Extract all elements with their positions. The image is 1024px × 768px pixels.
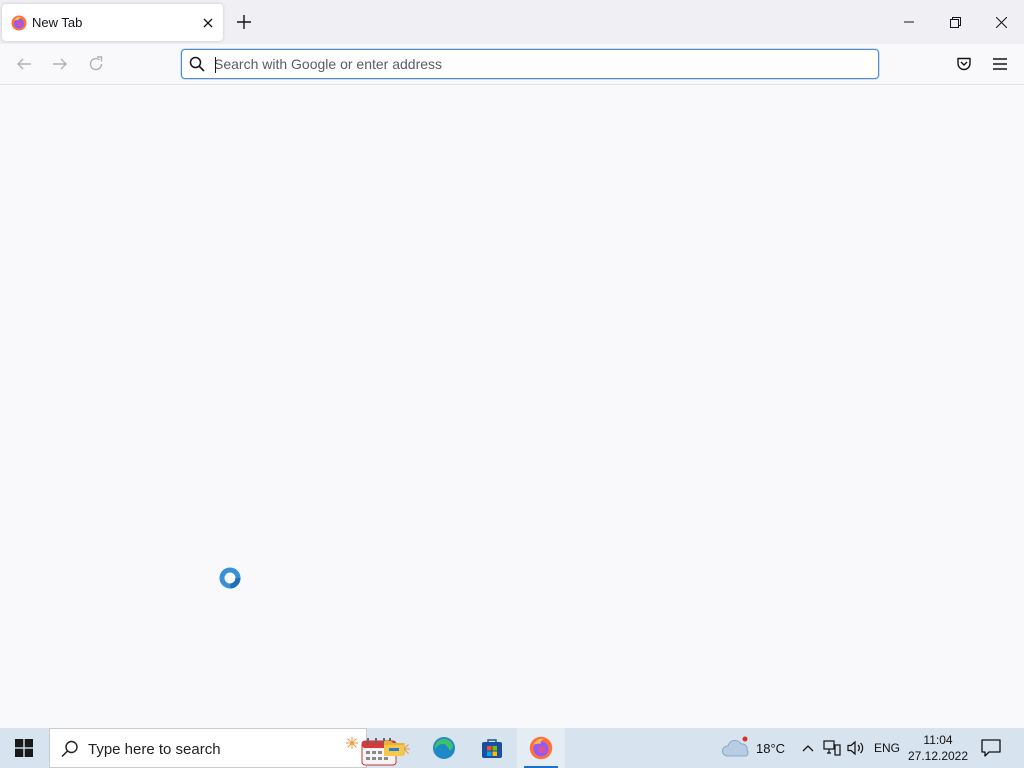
restore-icon [949, 16, 961, 28]
text-caret [215, 57, 216, 73]
taskbar-search-box[interactable]: Type here to search [49, 728, 410, 768]
pocket-icon [957, 57, 971, 71]
search-icon [61, 740, 78, 758]
language-indicator[interactable]: ENG [874, 741, 900, 755]
search-icon [189, 56, 205, 72]
arrow-left-icon [17, 58, 31, 70]
weather-temperature[interactable]: 18°C [756, 741, 785, 756]
window-close-button[interactable] [978, 0, 1024, 44]
loading-cursor-icon [219, 567, 241, 589]
close-icon [995, 16, 1007, 28]
show-hidden-icons-button[interactable] [798, 738, 818, 758]
address-input[interactable] [214, 54, 854, 74]
hamburger-menu-icon [993, 58, 1007, 70]
tab-title: New Tab [32, 15, 83, 30]
back-button[interactable] [12, 52, 36, 76]
minimize-button[interactable] [886, 0, 932, 44]
page-content [0, 85, 1024, 728]
pocket-button[interactable] [954, 54, 974, 74]
clock-time: 11:04 [923, 733, 953, 747]
cloud-icon[interactable] [721, 734, 753, 762]
firefox-logo-icon [11, 15, 27, 31]
arrow-right-icon [53, 58, 67, 70]
forward-button[interactable] [48, 52, 72, 76]
start-button[interactable] [0, 728, 48, 768]
restore-button[interactable] [932, 0, 978, 44]
reload-icon [89, 56, 103, 71]
taskbar-app-firefox[interactable] [517, 728, 565, 768]
tab-strip: New Tab [0, 0, 1024, 44]
firefox-logo-icon [529, 736, 553, 760]
notification-icon [981, 739, 1001, 757]
reload-button[interactable] [84, 52, 108, 76]
plus-icon [237, 15, 251, 29]
windows-logo-icon [15, 739, 33, 757]
navigation-toolbar [0, 44, 1024, 85]
taskbar-app-edge[interactable] [420, 728, 468, 768]
close-icon[interactable] [199, 14, 217, 32]
app-menu-button[interactable] [990, 54, 1010, 74]
chevron-up-icon [802, 745, 814, 752]
network-icon [823, 740, 841, 756]
clock[interactable]: 11:04 27.12.2022 [906, 732, 970, 764]
edge-icon [433, 737, 455, 759]
network-button[interactable] [822, 738, 842, 758]
tab-new-tab[interactable]: New Tab [2, 4, 223, 41]
taskbar-search-placeholder: Type here to search [88, 741, 221, 758]
new-tab-button[interactable] [234, 12, 254, 32]
taskbar-app-file-explorer[interactable] [370, 728, 418, 768]
taskbar-app-store[interactable] [468, 728, 516, 768]
taskbar: Type here to search 18°C ENG 11:04 27.12… [0, 728, 1024, 768]
address-bar[interactable] [181, 49, 879, 79]
folder-icon [384, 741, 404, 756]
volume-icon [847, 740, 864, 756]
notification-center-button[interactable] [979, 737, 1003, 759]
clock-date: 27.12.2022 [907, 749, 969, 763]
store-icon [482, 739, 502, 758]
minimize-icon [904, 21, 914, 23]
volume-button[interactable] [846, 738, 866, 758]
